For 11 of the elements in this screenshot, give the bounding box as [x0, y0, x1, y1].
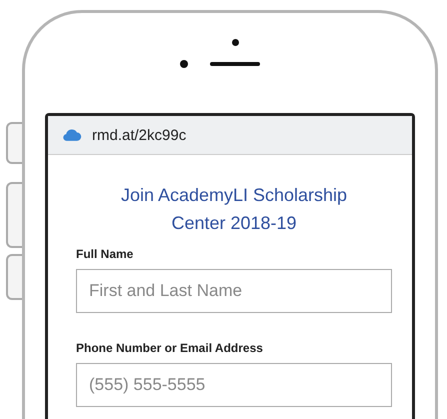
form-title: Join AcademyLI Scholarship Center 2018-19: [120, 184, 348, 235]
field-label: Phone Number or Email Address: [76, 341, 264, 355]
input-field[interactable]: (555) 555-5555: [76, 363, 392, 407]
speaker-icon: [210, 62, 260, 66]
input-field[interactable]: First and Last Name: [76, 269, 392, 313]
camera-icon: [232, 39, 238, 46]
url-text: rmd.at/2kc99c: [92, 126, 186, 144]
field-label: Full Name: [76, 247, 134, 261]
cloud-icon: [62, 128, 82, 142]
sensor-icon: [180, 60, 188, 68]
address-bar[interactable]: rmd.at/2kc99c: [48, 116, 412, 155]
